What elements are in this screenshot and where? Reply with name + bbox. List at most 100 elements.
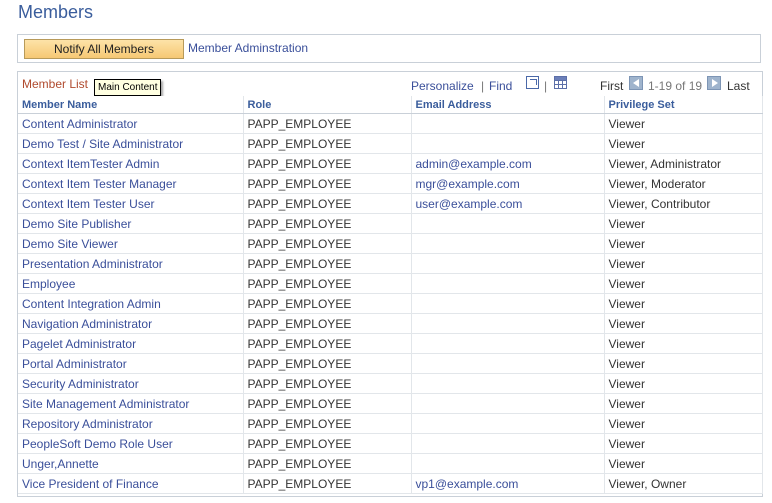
email-link[interactable]: user@example.com (416, 197, 523, 211)
member-name-link[interactable]: Context Item Tester Manager (22, 177, 177, 191)
member-name-link[interactable]: PeopleSoft Demo Role User (22, 437, 173, 451)
member-name-link[interactable]: Pagelet Administrator (22, 337, 136, 351)
email-cell: admin@example.com (411, 153, 605, 174)
column-header-role[interactable]: Role (243, 96, 412, 114)
member-name-link[interactable]: Security Administrator (22, 377, 139, 391)
privilege-set-cell: Viewer (604, 133, 763, 154)
table-row: Employee PAPP_EMPLOYEE Viewer (18, 273, 763, 294)
column-header-email[interactable]: Email Address (411, 96, 605, 114)
column-header-member-name[interactable]: Member Name (18, 96, 244, 114)
email-cell (411, 133, 605, 154)
page-title: Members (18, 2, 94, 22)
role-cell: PAPP_EMPLOYEE (243, 313, 412, 334)
table-row: Demo Site Viewer PAPP_EMPLOYEE Viewer (18, 233, 763, 254)
separator: | (544, 79, 548, 93)
last-label[interactable]: Last (727, 79, 750, 93)
personalize-link[interactable]: Personalize (411, 79, 474, 93)
row-count: 1-19 of 19 (648, 79, 703, 93)
member-administration-link[interactable]: Member Adminstration (188, 41, 308, 55)
email-cell (411, 353, 605, 374)
email-cell (411, 273, 605, 294)
member-name-cell: Unger,Annette (18, 453, 244, 474)
member-name-link[interactable]: Presentation Administrator (22, 257, 163, 271)
email-link[interactable]: mgr@example.com (416, 177, 520, 191)
member-list-grid: Member List Main Content Personalize | F… (17, 71, 763, 497)
email-link[interactable]: vp1@example.com (416, 477, 519, 491)
email-cell (411, 373, 605, 394)
member-name-link[interactable]: Vice President of Finance (22, 477, 159, 491)
member-name-link[interactable]: Site Management Administrator (22, 397, 189, 411)
member-name-cell: Demo Test / Site Administrator (18, 133, 244, 154)
role-cell: PAPP_EMPLOYEE (243, 233, 412, 254)
grid-header: Member List Main Content Personalize | F… (18, 72, 762, 96)
email-cell (411, 333, 605, 354)
privilege-set-cell: Viewer (604, 393, 763, 414)
role-cell: PAPP_EMPLOYEE (243, 173, 412, 194)
member-name-cell: PeopleSoft Demo Role User (18, 433, 244, 454)
member-name-cell: Site Management Administrator (18, 393, 244, 414)
role-cell: PAPP_EMPLOYEE (243, 153, 412, 174)
column-header-privilege-set[interactable]: Privilege Set (604, 96, 763, 114)
member-table: Member Name Role Email Address Privilege… (18, 96, 763, 494)
member-name-link[interactable]: Demo Site Viewer (22, 237, 118, 251)
first-label[interactable]: First (600, 79, 623, 93)
table-row: Content Integration Admin PAPP_EMPLOYEE Vi… (18, 293, 763, 314)
member-name-link[interactable]: Repository Administrator (22, 417, 153, 431)
member-name-cell: Demo Site Publisher (18, 213, 244, 234)
arrow-right-icon[interactable] (707, 76, 721, 90)
privilege-set-cell: Viewer (604, 313, 763, 334)
member-name-link[interactable]: Portal Administrator (22, 357, 127, 371)
email-cell (411, 453, 605, 474)
member-name-link[interactable]: Demo Site Publisher (22, 217, 131, 231)
member-name-link[interactable]: Employee (22, 277, 75, 291)
email-cell (411, 233, 605, 254)
member-name-link[interactable]: Unger,Annette (22, 457, 99, 471)
role-cell: PAPP_EMPLOYEE (243, 373, 412, 394)
role-cell: PAPP_EMPLOYEE (243, 333, 412, 354)
role-cell: PAPP_EMPLOYEE (243, 133, 412, 154)
table-row: Context ItemTester Admin PAPP_EMPLOYEE adm… (18, 153, 763, 174)
privilege-set-cell: Viewer (604, 333, 763, 354)
privilege-set-cell: Viewer, Owner (604, 473, 763, 494)
member-name-cell: Portal Administrator (18, 353, 244, 374)
member-name-link[interactable]: Context ItemTester Admin (22, 157, 159, 171)
member-name-cell: Pagelet Administrator (18, 333, 244, 354)
role-cell: PAPP_EMPLOYEE (243, 393, 412, 414)
privilege-set-cell: Viewer (604, 273, 763, 294)
email-cell: mgr@example.com (411, 173, 605, 194)
member-name-cell: Context ItemTester Admin (18, 153, 244, 174)
zoom-grid-icon[interactable] (526, 76, 539, 89)
table-row: Site Management Administrator PAPP_EMPLOY… (18, 393, 763, 414)
member-name-cell: Context Item Tester Manager (18, 173, 244, 194)
role-cell: PAPP_EMPLOYEE (243, 433, 412, 454)
table-row: Pagelet Administrator PAPP_EMPLOYEE Viewer (18, 333, 763, 354)
email-link[interactable]: admin@example.com (416, 157, 532, 171)
table-row: Navigation Administrator PAPP_EMPLOYEE Vie… (18, 313, 763, 334)
member-name-link[interactable]: Content Integration Admin (22, 297, 161, 311)
table-row: Vice President of Finance PAPP_EMPLOYEE vp… (18, 473, 763, 494)
table-header-row: Member Name Role Email Address Privilege… (18, 96, 763, 114)
member-name-link[interactable]: Navigation Administrator (22, 317, 152, 331)
find-link[interactable]: Find (489, 79, 512, 93)
email-cell (411, 253, 605, 274)
table-row: Demo Site Publisher PAPP_EMPLOYEE Viewer (18, 213, 763, 234)
table-row: Context Item Tester User PAPP_EMPLOYEE use… (18, 193, 763, 214)
table-row: Presentation Administrator PAPP_EMPLOYEE V… (18, 253, 763, 274)
member-name-cell: Employee (18, 273, 244, 294)
arrow-left-icon[interactable] (629, 76, 643, 90)
member-name-link[interactable]: Content Administrator (22, 117, 137, 131)
privilege-set-cell: Viewer (604, 213, 763, 234)
member-name-link[interactable]: Demo Test / Site Administrator (22, 137, 183, 151)
download-spreadsheet-icon[interactable] (554, 76, 567, 89)
table-row: Content Administrator PAPP_EMPLOYEE Viewer (18, 113, 763, 134)
privilege-set-cell: Viewer, Contributor (604, 193, 763, 214)
privilege-set-cell: Viewer (604, 293, 763, 314)
email-cell: vp1@example.com (411, 473, 605, 494)
member-name-cell: Vice President of Finance (18, 473, 244, 494)
member-name-cell: Content Integration Admin (18, 293, 244, 314)
notify-all-members-button[interactable]: Notify All Members (24, 39, 184, 59)
member-name-link[interactable]: Context Item Tester User (22, 197, 155, 211)
separator: | (481, 79, 485, 93)
member-name-cell: Content Administrator (18, 113, 244, 134)
privilege-set-cell: Viewer (604, 113, 763, 134)
